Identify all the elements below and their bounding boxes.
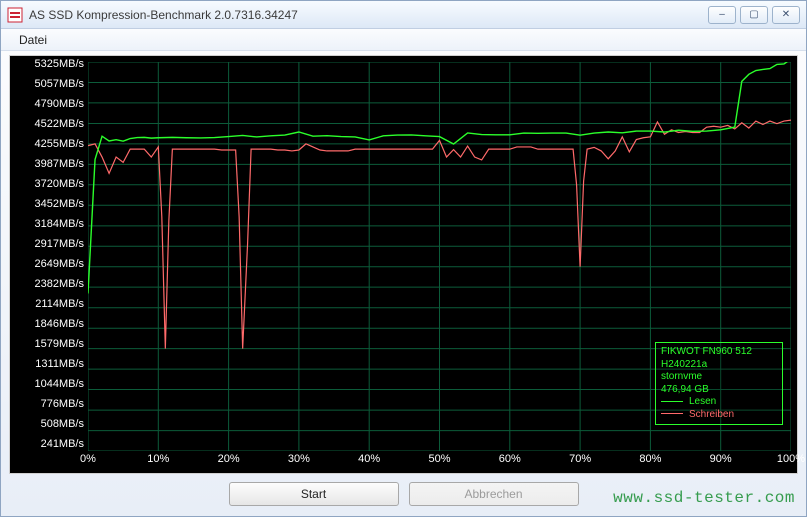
x-axis-labels: 0%10%20%30%40%50%60%70%80%90%100% (88, 453, 791, 471)
legend-device: FIKWOT FN960 512 (661, 346, 777, 359)
window-controls: – ▢ ✕ (708, 6, 800, 24)
close-button[interactable]: ✕ (772, 6, 800, 24)
legend-driver: stornvme (661, 371, 777, 384)
window-frame: AS SSD Kompression-Benchmark 2.0.7316.34… (0, 0, 807, 517)
legend-firmware: H240221a (661, 359, 777, 372)
window-title: AS SSD Kompression-Benchmark 2.0.7316.34… (29, 8, 702, 22)
start-button[interactable]: Start (229, 482, 399, 506)
cancel-button[interactable]: Abbrechen (409, 482, 579, 506)
menu-file[interactable]: Datei (11, 31, 55, 49)
content-area: 5325MB/s5057MB/s4790MB/s4522MB/s4255MB/s… (1, 51, 806, 516)
button-row: Start Abbrechen (9, 474, 798, 508)
minimize-button[interactable]: – (708, 6, 736, 24)
plot-area: FIKWOT FN960 512 H240221a stornvme 476,9… (88, 62, 791, 451)
legend-capacity: 476,94 GB (661, 384, 777, 397)
legend-read: Lesen (661, 396, 777, 409)
titlebar[interactable]: AS SSD Kompression-Benchmark 2.0.7316.34… (1, 1, 806, 29)
legend-box: FIKWOT FN960 512 H240221a stornvme 476,9… (655, 342, 783, 425)
legend-write: Schreiben (661, 409, 777, 422)
maximize-button[interactable]: ▢ (740, 6, 768, 24)
menubar: Datei (1, 29, 806, 51)
y-axis-labels: 5325MB/s5057MB/s4790MB/s4522MB/s4255MB/s… (10, 56, 88, 451)
app-icon (7, 7, 23, 23)
compression-chart: 5325MB/s5057MB/s4790MB/s4522MB/s4255MB/s… (9, 55, 798, 474)
